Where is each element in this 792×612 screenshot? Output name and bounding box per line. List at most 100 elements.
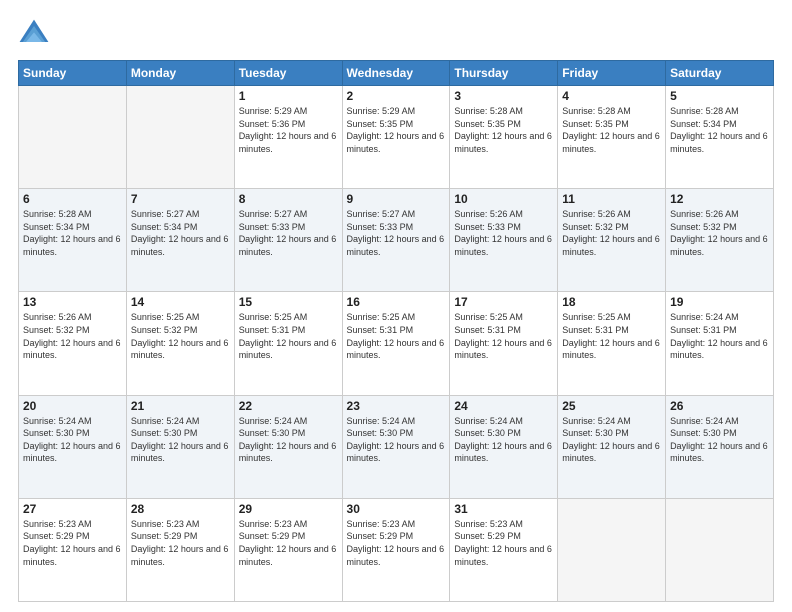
day-number: 19 <box>670 295 769 309</box>
calendar-cell: 13Sunrise: 5:26 AMSunset: 5:32 PMDayligh… <box>19 292 127 395</box>
day-number: 12 <box>670 192 769 206</box>
day-info: Sunrise: 5:23 AMSunset: 5:29 PMDaylight:… <box>454 518 553 568</box>
day-number: 4 <box>562 89 661 103</box>
day-number: 3 <box>454 89 553 103</box>
calendar-cell: 20 Sunrise: 5:24 AMSunset: 5:30 PMDayligh… <box>19 395 127 498</box>
calendar-cell: 28Sunrise: 5:23 AMSunset: 5:29 PMDayligh… <box>126 498 234 601</box>
day-header-wednesday: Wednesday <box>342 61 450 86</box>
day-number: 17 <box>454 295 553 309</box>
day-info: Sunrise: 5:25 AMSunset: 5:31 PMDaylight:… <box>347 311 446 361</box>
day-number: 13 <box>23 295 122 309</box>
day-number: 27 <box>23 502 122 516</box>
calendar-cell: 27 Sunrise: 5:23 AMSunset: 5:29 PMDayligh… <box>19 498 127 601</box>
day-header-tuesday: Tuesday <box>234 61 342 86</box>
day-info: Sunrise: 5:29 AMSunset: 5:35 PMDaylight:… <box>347 105 446 155</box>
day-info: Sunrise: 5:25 AMSunset: 5:32 PMDaylight:… <box>131 311 230 361</box>
day-info: Sunrise: 5:23 AMSunset: 5:29 PMDaylight:… <box>347 518 446 568</box>
calendar-cell: 30 Sunrise: 5:23 AMSunset: 5:29 PMDayligh… <box>342 498 450 601</box>
calendar-cell <box>558 498 666 601</box>
day-number: 23 <box>347 399 446 413</box>
day-header-monday: Monday <box>126 61 234 86</box>
calendar-cell: 11 Sunrise: 5:26 AMSunset: 5:32 PMDayligh… <box>558 189 666 292</box>
day-number: 25 <box>562 399 661 413</box>
header-row: SundayMondayTuesdayWednesdayThursdayFrid… <box>19 61 774 86</box>
week-row-5: 27 Sunrise: 5:23 AMSunset: 5:29 PMDayligh… <box>19 498 774 601</box>
day-number: 28 <box>131 502 230 516</box>
day-info: Sunrise: 5:27 AMSunset: 5:34 PMDaylight:… <box>131 208 230 258</box>
calendar-cell: 9 Sunrise: 5:27 AMSunset: 5:33 PMDaylight… <box>342 189 450 292</box>
day-info: Sunrise: 5:26 AMSunset: 5:33 PMDaylight:… <box>454 208 553 258</box>
calendar-cell: 6 Sunrise: 5:28 AMSunset: 5:34 PMDaylight… <box>19 189 127 292</box>
calendar-cell: 23 Sunrise: 5:24 AMSunset: 5:30 PMDayligh… <box>342 395 450 498</box>
calendar-cell: 14Sunrise: 5:25 AMSunset: 5:32 PMDayligh… <box>126 292 234 395</box>
calendar-cell: 18 Sunrise: 5:25 AMSunset: 5:31 PMDayligh… <box>558 292 666 395</box>
day-info: Sunrise: 5:28 AMSunset: 5:34 PMDaylight:… <box>23 208 122 258</box>
calendar-cell: 12Sunrise: 5:26 AMSunset: 5:32 PMDayligh… <box>666 189 774 292</box>
day-info: Sunrise: 5:25 AMSunset: 5:31 PMDaylight:… <box>239 311 338 361</box>
day-header-thursday: Thursday <box>450 61 558 86</box>
day-number: 8 <box>239 192 338 206</box>
day-number: 21 <box>131 399 230 413</box>
calendar-cell: 21 Sunrise: 5:24 AMSunset: 5:30 PMDayligh… <box>126 395 234 498</box>
logo-icon <box>18 18 50 50</box>
calendar-cell <box>126 86 234 189</box>
day-number: 29 <box>239 502 338 516</box>
day-number: 1 <box>239 89 338 103</box>
day-number: 7 <box>131 192 230 206</box>
day-info: Sunrise: 5:29 AMSunset: 5:36 PMDaylight:… <box>239 105 338 155</box>
day-number: 9 <box>347 192 446 206</box>
calendar-cell: 15 Sunrise: 5:25 AMSunset: 5:31 PMDayligh… <box>234 292 342 395</box>
day-header-sunday: Sunday <box>19 61 127 86</box>
day-info: Sunrise: 5:25 AMSunset: 5:31 PMDaylight:… <box>562 311 661 361</box>
day-info: Sunrise: 5:27 AMSunset: 5:33 PMDaylight:… <box>347 208 446 258</box>
day-number: 31 <box>454 502 553 516</box>
calendar-cell: 5 Sunrise: 5:28 AMSunset: 5:34 PMDaylight… <box>666 86 774 189</box>
calendar-cell: 19 Sunrise: 5:24 AMSunset: 5:31 PMDayligh… <box>666 292 774 395</box>
day-info: Sunrise: 5:28 AMSunset: 5:34 PMDaylight:… <box>670 105 769 155</box>
calendar-cell: 2 Sunrise: 5:29 AMSunset: 5:35 PMDaylight… <box>342 86 450 189</box>
day-number: 5 <box>670 89 769 103</box>
week-row-2: 6 Sunrise: 5:28 AMSunset: 5:34 PMDaylight… <box>19 189 774 292</box>
day-number: 16 <box>347 295 446 309</box>
day-info: Sunrise: 5:27 AMSunset: 5:33 PMDaylight:… <box>239 208 338 258</box>
day-info: Sunrise: 5:24 AMSunset: 5:30 PMDaylight:… <box>23 415 122 465</box>
calendar-cell: 25 Sunrise: 5:24 AMSunset: 5:30 PMDayligh… <box>558 395 666 498</box>
day-number: 22 <box>239 399 338 413</box>
calendar-cell: 26 Sunrise: 5:24 AMSunset: 5:30 PMDayligh… <box>666 395 774 498</box>
calendar-cell: 16 Sunrise: 5:25 AMSunset: 5:31 PMDayligh… <box>342 292 450 395</box>
day-number: 15 <box>239 295 338 309</box>
day-info: Sunrise: 5:23 AMSunset: 5:29 PMDaylight:… <box>239 518 338 568</box>
day-number: 10 <box>454 192 553 206</box>
day-info: Sunrise: 5:28 AMSunset: 5:35 PMDaylight:… <box>454 105 553 155</box>
day-number: 18 <box>562 295 661 309</box>
day-number: 20 <box>23 399 122 413</box>
day-number: 6 <box>23 192 122 206</box>
calendar-cell: 7 Sunrise: 5:27 AMSunset: 5:34 PMDaylight… <box>126 189 234 292</box>
calendar-cell: 10 Sunrise: 5:26 AMSunset: 5:33 PMDayligh… <box>450 189 558 292</box>
day-number: 30 <box>347 502 446 516</box>
day-info: Sunrise: 5:24 AMSunset: 5:30 PMDaylight:… <box>347 415 446 465</box>
calendar-cell <box>666 498 774 601</box>
day-number: 2 <box>347 89 446 103</box>
day-info: Sunrise: 5:24 AMSunset: 5:30 PMDaylight:… <box>670 415 769 465</box>
day-info: Sunrise: 5:24 AMSunset: 5:30 PMDaylight:… <box>562 415 661 465</box>
day-number: 24 <box>454 399 553 413</box>
calendar-cell: 24Sunrise: 5:24 AMSunset: 5:30 PMDayligh… <box>450 395 558 498</box>
day-info: Sunrise: 5:24 AMSunset: 5:30 PMDaylight:… <box>131 415 230 465</box>
calendar-cell: 31 Sunrise: 5:23 AMSunset: 5:29 PMDayligh… <box>450 498 558 601</box>
day-info: Sunrise: 5:26 AMSunset: 5:32 PMDaylight:… <box>562 208 661 258</box>
week-row-1: 1 Sunrise: 5:29 AMSunset: 5:36 PMDaylight… <box>19 86 774 189</box>
day-info: Sunrise: 5:24 AMSunset: 5:31 PMDaylight:… <box>670 311 769 361</box>
header <box>18 18 774 50</box>
logo <box>18 18 54 50</box>
calendar-cell: 1 Sunrise: 5:29 AMSunset: 5:36 PMDaylight… <box>234 86 342 189</box>
day-number: 26 <box>670 399 769 413</box>
day-info: Sunrise: 5:28 AMSunset: 5:35 PMDaylight:… <box>562 105 661 155</box>
page: SundayMondayTuesdayWednesdayThursdayFrid… <box>0 0 792 612</box>
week-row-4: 20 Sunrise: 5:24 AMSunset: 5:30 PMDayligh… <box>19 395 774 498</box>
day-number: 11 <box>562 192 661 206</box>
day-info: Sunrise: 5:23 AMSunset: 5:29 PMDaylight:… <box>23 518 122 568</box>
calendar-cell: 22Sunrise: 5:24 AMSunset: 5:30 PMDayligh… <box>234 395 342 498</box>
day-header-friday: Friday <box>558 61 666 86</box>
calendar-cell: 17Sunrise: 5:25 AMSunset: 5:31 PMDayligh… <box>450 292 558 395</box>
